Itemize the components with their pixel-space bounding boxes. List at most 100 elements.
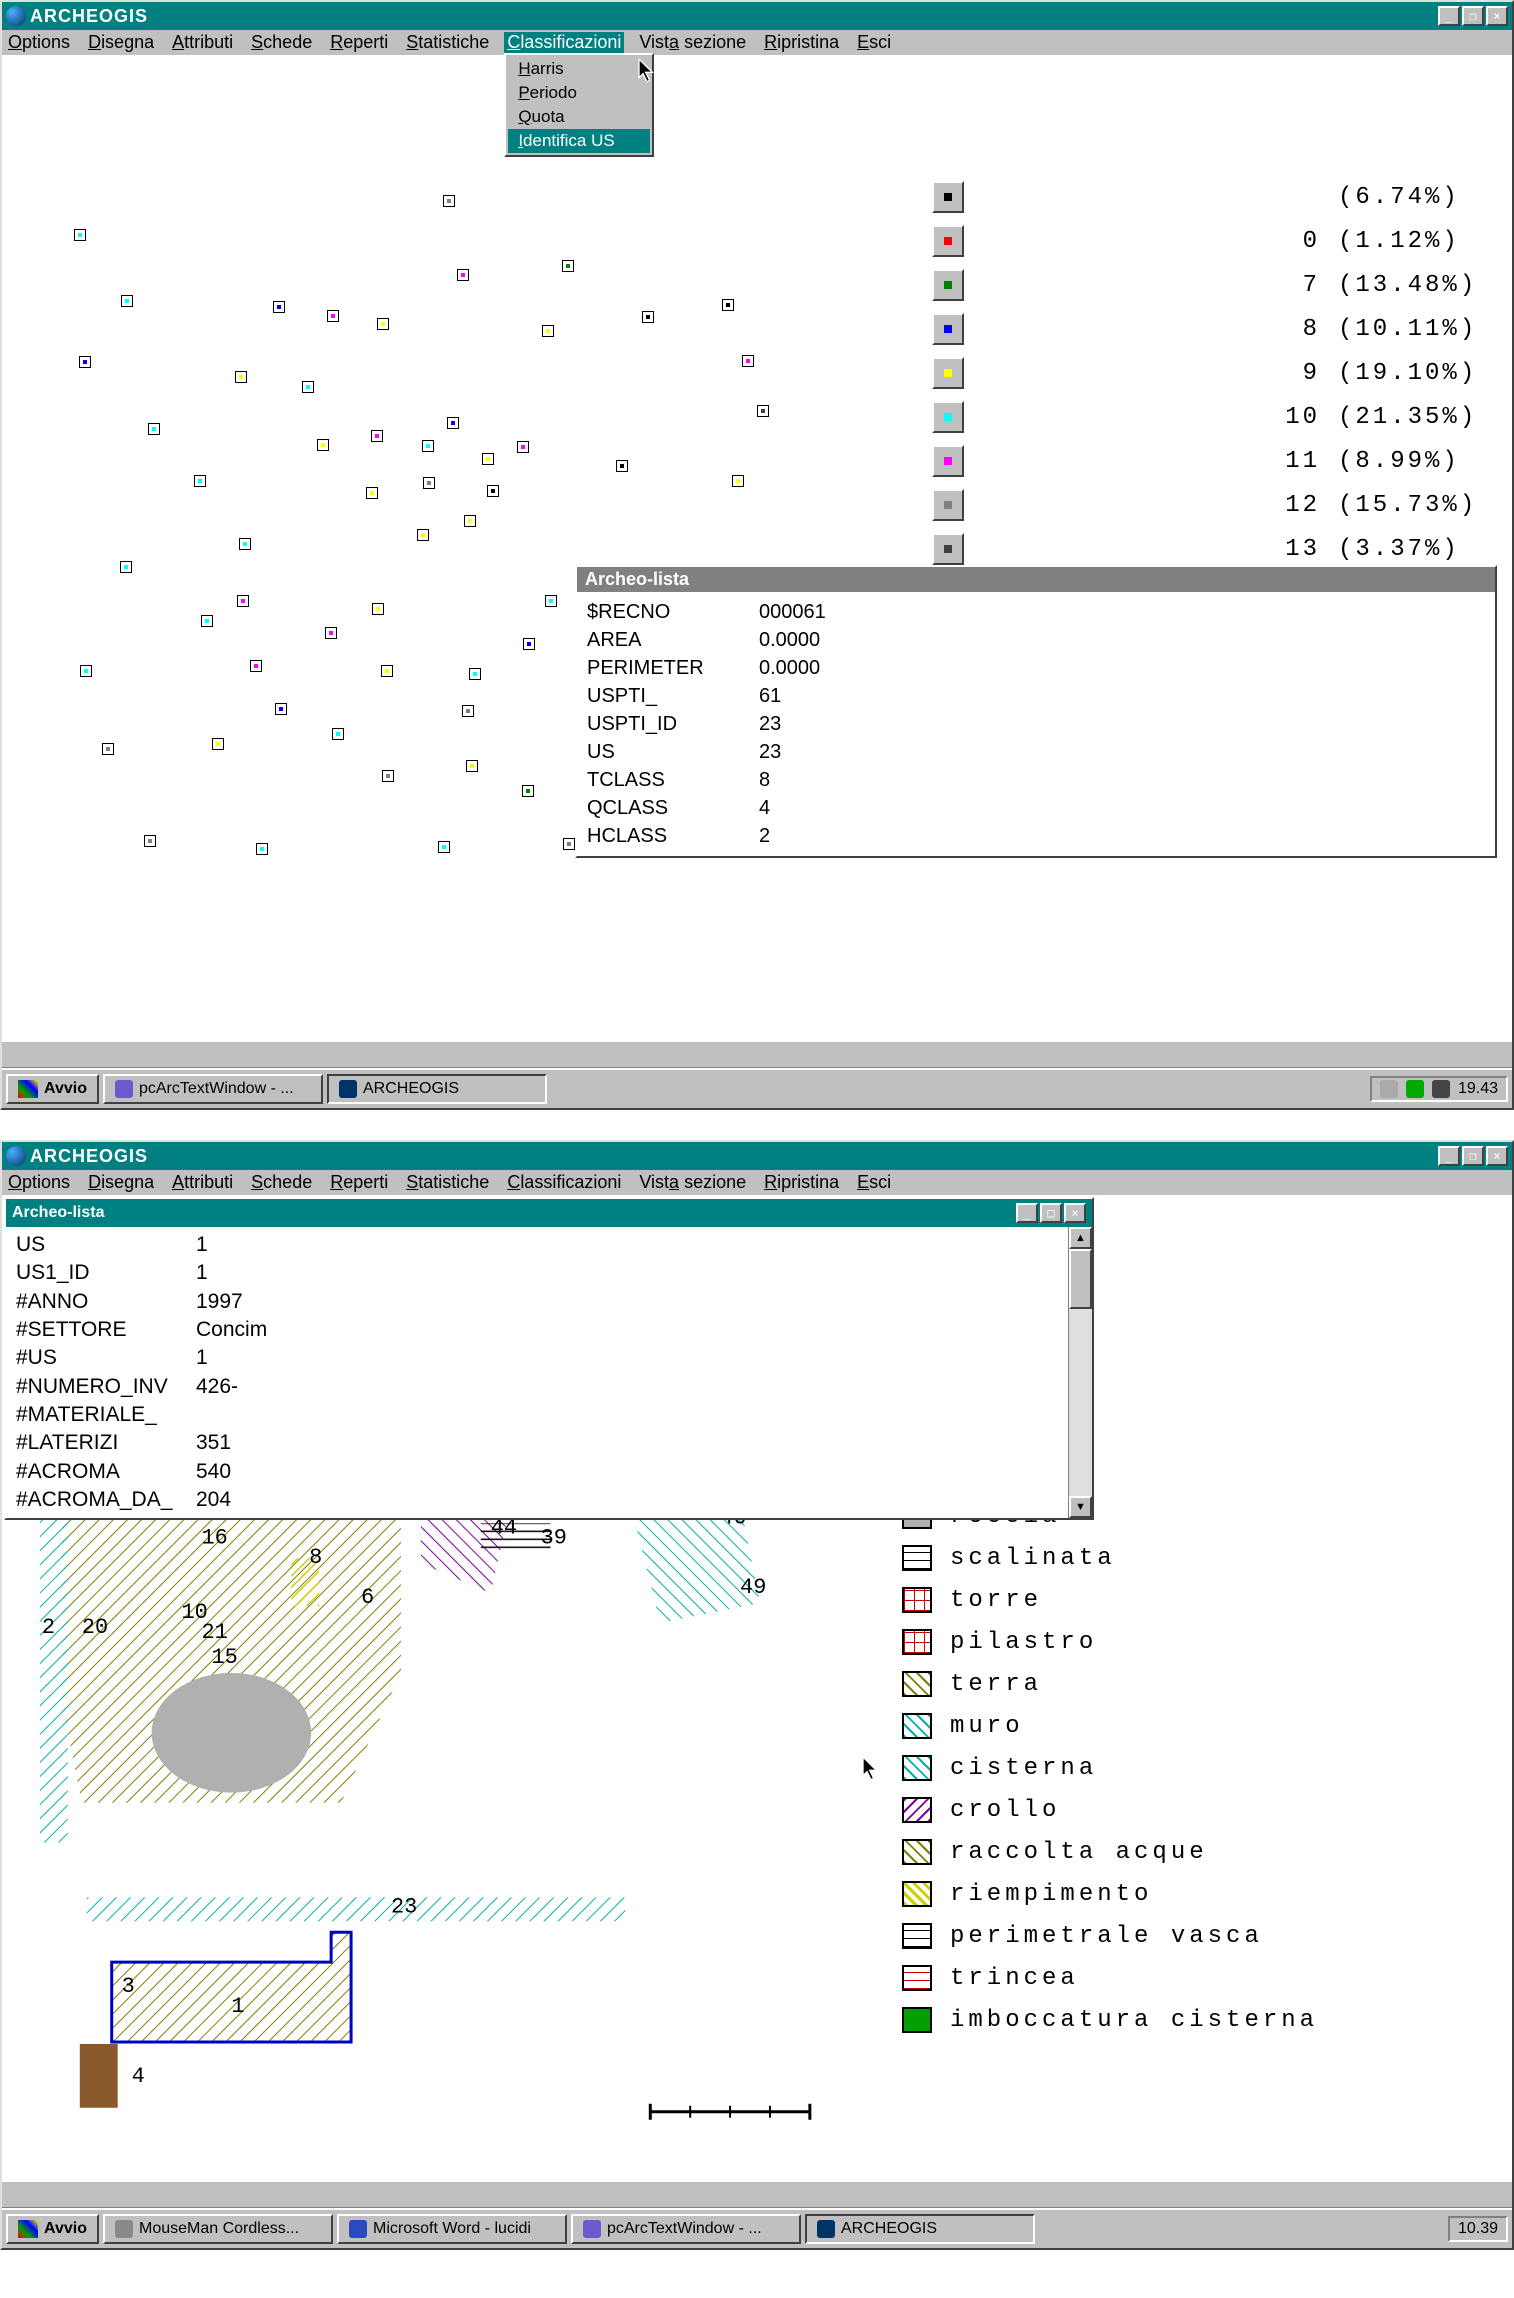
close-button[interactable]: × xyxy=(1486,1146,1508,1166)
tray-icon-1[interactable] xyxy=(1380,1080,1398,1098)
scatter-point[interactable] xyxy=(562,260,574,272)
scroll-down-icon[interactable]: ▼ xyxy=(1069,1496,1092,1518)
scatter-point[interactable] xyxy=(148,423,160,435)
scatter-point[interactable] xyxy=(366,487,378,499)
maximize-button[interactable]: ❐ xyxy=(1462,6,1484,26)
tray-icon-2[interactable] xyxy=(1406,1080,1424,1098)
scatter-point[interactable] xyxy=(616,460,628,472)
scatter-point[interactable] xyxy=(443,195,455,207)
scatter-point[interactable] xyxy=(469,668,481,680)
scatter-point[interactable] xyxy=(422,440,434,452)
scatter-point[interactable] xyxy=(212,738,224,750)
tray-icon-3[interactable] xyxy=(1432,1080,1450,1098)
menu-esci[interactable]: Esci xyxy=(857,1172,891,1193)
lista-minimize-button[interactable]: _ xyxy=(1016,1203,1038,1223)
scatter-point[interactable] xyxy=(517,441,529,453)
menu-classificazioni[interactable]: Classificazioni Harris Periodo Quota Ide… xyxy=(504,32,624,53)
scatter-point[interactable] xyxy=(381,665,393,677)
scatter-point[interactable] xyxy=(742,355,754,367)
menu-reperti[interactable]: Reperti xyxy=(330,1172,388,1193)
menu-options[interactable]: Options xyxy=(8,1172,70,1193)
menu-ripristina[interactable]: Ripristina xyxy=(764,1172,839,1193)
menu-attributi[interactable]: Attributi xyxy=(172,32,233,53)
scatter-point[interactable] xyxy=(239,538,251,550)
scatter-point[interactable] xyxy=(542,325,554,337)
archeo-lista-panel[interactable]: Archeo-lista $RECNO000061AREA0.0000PERIM… xyxy=(575,565,1497,858)
scatter-point[interactable] xyxy=(466,760,478,772)
scatter-point[interactable] xyxy=(757,405,769,417)
taskbar-task[interactable]: pcArcTextWindow - ... xyxy=(103,1074,323,1104)
scroll-up-icon[interactable]: ▲ xyxy=(1069,1227,1092,1249)
menu-disegna[interactable]: Disegna xyxy=(88,1172,154,1193)
scatter-point[interactable] xyxy=(79,356,91,368)
titlebar-2[interactable]: ARCHEOGIS _ ❐ × xyxy=(2,1142,1512,1170)
scatter-point[interactable] xyxy=(417,529,429,541)
scatter-point[interactable] xyxy=(302,381,314,393)
menu-disegna[interactable]: Disegna xyxy=(88,32,154,53)
menu-schede[interactable]: Schede xyxy=(251,1172,312,1193)
titlebar[interactable]: ARCHEOGIS _ ❐ × xyxy=(2,2,1512,30)
scatter-point[interactable] xyxy=(423,477,435,489)
scatter-point[interactable] xyxy=(545,595,557,607)
taskbar-task[interactable]: ARCHEOGIS xyxy=(805,2214,1035,2244)
scatter-point[interactable] xyxy=(120,561,132,573)
minimize-button[interactable]: _ xyxy=(1438,1146,1460,1166)
scroll-thumb[interactable] xyxy=(1069,1249,1092,1309)
scatter-point[interactable] xyxy=(80,665,92,677)
taskbar-task[interactable]: ARCHEOGIS xyxy=(327,1074,547,1104)
dropdown-identifica-us[interactable]: Identifica US xyxy=(508,129,650,153)
scatter-point[interactable] xyxy=(121,295,133,307)
scatter-point[interactable] xyxy=(438,841,450,853)
system-tray[interactable]: 19.43 xyxy=(1370,1076,1508,1102)
scatter-point[interactable] xyxy=(235,371,247,383)
scatter-point[interactable] xyxy=(457,269,469,281)
system-tray-2[interactable]: 10.39 xyxy=(1448,2216,1508,2242)
canvas-area[interactable]: (6.74%)0(1.12%)7(13.48%)8(10.11%)9(19.10… xyxy=(2,55,1512,1040)
scatter-point[interactable] xyxy=(332,728,344,740)
taskbar-task[interactable]: Microsoft Word - lucidi xyxy=(337,2214,567,2244)
scatter-point[interactable] xyxy=(447,417,459,429)
menu-ripristina[interactable]: Ripristina xyxy=(764,32,839,53)
scatter-point[interactable] xyxy=(371,430,383,442)
scatter-point[interactable] xyxy=(523,638,535,650)
scatter-point[interactable] xyxy=(201,615,213,627)
scrollbar-vertical[interactable]: ▲ ▼ xyxy=(1068,1227,1092,1518)
scatter-point[interactable] xyxy=(732,475,744,487)
scatter-point[interactable] xyxy=(487,485,499,497)
scatter-point[interactable] xyxy=(74,229,86,241)
close-button[interactable]: × xyxy=(1486,6,1508,26)
minimize-button[interactable]: _ xyxy=(1438,6,1460,26)
taskbar-task[interactable]: pcArcTextWindow - ... xyxy=(571,2214,801,2244)
scatter-point[interactable] xyxy=(250,660,262,672)
scatter-point[interactable] xyxy=(563,838,575,850)
menu-statistiche[interactable]: Statistiche xyxy=(406,32,489,53)
archeo-lista-titlebar[interactable]: Archeo-lista _ □ × xyxy=(6,1199,1092,1227)
taskbar-task[interactable]: MouseMan Cordless... xyxy=(103,2214,333,2244)
menu-vista-sezione[interactable]: Vista sezione xyxy=(639,1172,746,1193)
scatter-point[interactable] xyxy=(327,310,339,322)
scatter-point[interactable] xyxy=(382,770,394,782)
dropdown-quota[interactable]: Quota xyxy=(508,105,650,129)
scatter-point[interactable] xyxy=(273,301,285,313)
scatter-point[interactable] xyxy=(464,515,476,527)
scatter-point[interactable] xyxy=(275,703,287,715)
lista-maximize-button[interactable]: □ xyxy=(1040,1203,1062,1223)
scatter-point[interactable] xyxy=(482,453,494,465)
menu-reperti[interactable]: Reperti xyxy=(330,32,388,53)
menu-options[interactable]: Options xyxy=(8,32,70,53)
menu-schede[interactable]: Schede xyxy=(251,32,312,53)
scatter-point[interactable] xyxy=(317,439,329,451)
scatter-point[interactable] xyxy=(194,475,206,487)
scatter-point[interactable] xyxy=(522,785,534,797)
scatter-point[interactable] xyxy=(325,627,337,639)
scatter-point[interactable] xyxy=(642,311,654,323)
scatter-point[interactable] xyxy=(237,595,249,607)
menu-esci[interactable]: Esci xyxy=(857,32,891,53)
scatter-point[interactable] xyxy=(256,843,268,855)
scatter-point[interactable] xyxy=(372,603,384,615)
archeo-lista-window[interactable]: Archeo-lista _ □ × US1US1_ID1#ANNO1997#S… xyxy=(4,1197,1094,1520)
lista-close-button[interactable]: × xyxy=(1064,1203,1086,1223)
scatter-point[interactable] xyxy=(102,743,114,755)
menu-attributi[interactable]: Attributi xyxy=(172,1172,233,1193)
maximize-button[interactable]: ❐ xyxy=(1462,1146,1484,1166)
